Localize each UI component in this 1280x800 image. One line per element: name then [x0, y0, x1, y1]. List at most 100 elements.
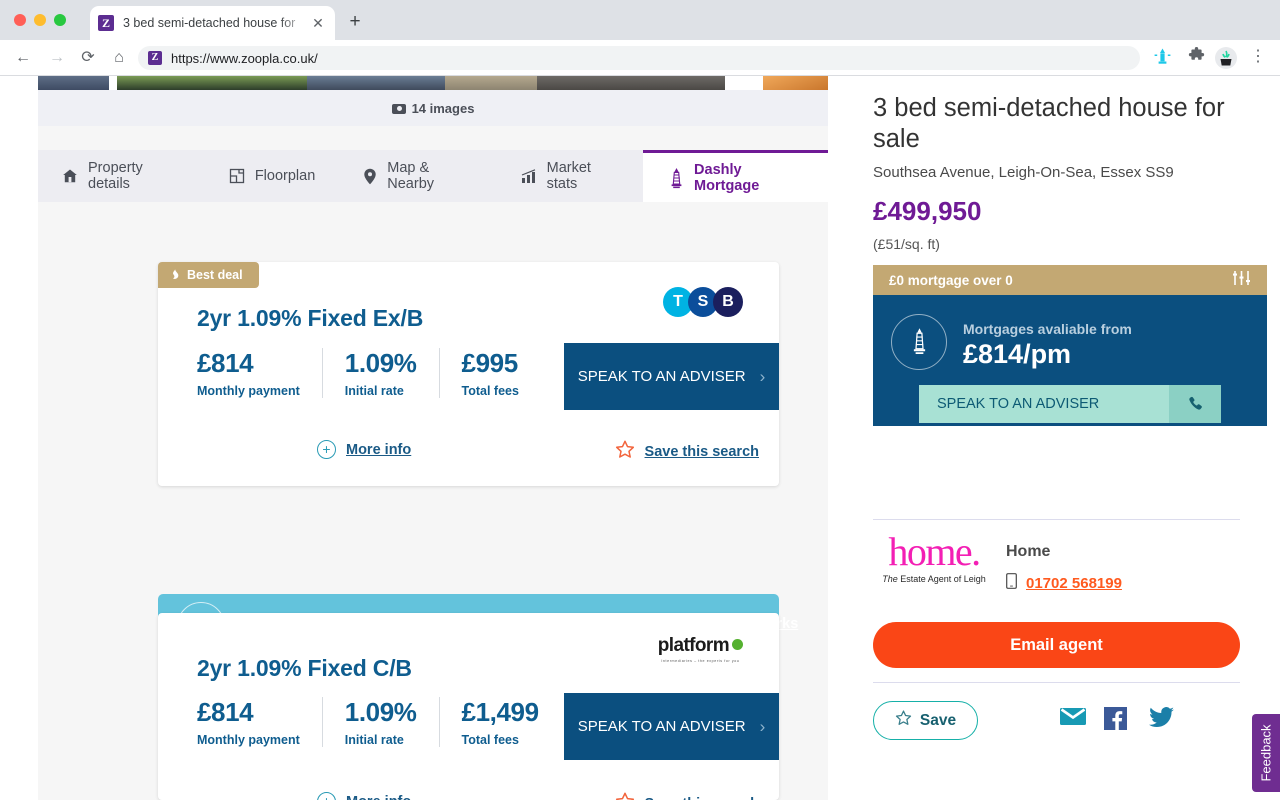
- email-agent-button[interactable]: Email agent: [873, 622, 1240, 668]
- forward-icon[interactable]: →: [46, 47, 68, 69]
- home-icon[interactable]: ⌂: [108, 47, 130, 69]
- tab-property-details[interactable]: Property details: [38, 150, 205, 202]
- save-this-search-link[interactable]: Save this search: [615, 792, 759, 800]
- tab-floorplan[interactable]: Floorplan: [205, 150, 339, 202]
- speak-to-adviser-label: SPEAK TO AN ADVISER: [577, 368, 746, 385]
- maximize-window-button[interactable]: [54, 14, 66, 26]
- platform-logo-tagline: Intermediaries – the experts for you: [661, 659, 740, 663]
- stat-initial-rate: 1.09% Initial rate: [323, 348, 440, 398]
- sliders-icon[interactable]: [1232, 270, 1251, 291]
- gallery-photo[interactable]: [763, 76, 828, 90]
- save-this-search-link[interactable]: Save this search: [615, 440, 759, 464]
- reload-icon[interactable]: ⟳: [77, 47, 99, 69]
- agent-phone-number[interactable]: 01702 568199: [1026, 575, 1122, 592]
- back-icon[interactable]: ←: [12, 47, 34, 69]
- speak-to-adviser-button[interactable]: SPEAK TO AN ADVISER: [919, 385, 1169, 423]
- tab-market-stats[interactable]: Market stats: [497, 150, 643, 202]
- stat-value: £814: [197, 697, 254, 727]
- listing-sidebar: 3 bed semi-detached house for sale South…: [828, 76, 1280, 800]
- browser-tabstrip: Z 3 bed semi-detached house for ✕ +: [0, 0, 1280, 40]
- speak-to-adviser-label: SPEAK TO AN ADVISER: [577, 718, 746, 735]
- stat-value: £1,499: [461, 697, 540, 727]
- camera-icon: [391, 103, 406, 114]
- minimize-window-button[interactable]: [34, 14, 46, 26]
- deal-title: 2yr 1.09% Fixed C/B: [197, 655, 412, 681]
- extensions-puzzle-icon[interactable]: [1184, 47, 1208, 69]
- star-icon: [615, 792, 635, 800]
- stat-label: Total fees: [461, 733, 519, 747]
- gallery-photo[interactable]: [445, 76, 537, 90]
- property-photo-strip[interactable]: [38, 76, 828, 90]
- gallery-photo[interactable]: [117, 76, 308, 90]
- zoopla-favicon: Z: [98, 15, 114, 31]
- star-icon: [615, 440, 635, 464]
- stat-label: Monthly payment: [197, 384, 300, 398]
- save-listing-label: Save: [919, 711, 957, 729]
- gallery-photo[interactable]: [536, 76, 726, 90]
- phone-icon[interactable]: [1169, 385, 1221, 423]
- dashly-lighthouse-extension-icon[interactable]: [1150, 47, 1174, 69]
- tab-label: Dashly Mortgage: [694, 161, 760, 194]
- share-facebook-icon[interactable]: [1104, 707, 1127, 735]
- platform-logo-dot: [732, 639, 743, 650]
- profile-avatar[interactable]: [1214, 47, 1238, 69]
- chevron-right-icon: ›: [759, 366, 766, 386]
- mortgage-widget-header[interactable]: £0 mortgage over 0: [873, 265, 1267, 295]
- stat-initial-rate: 1.09% Initial rate: [323, 697, 440, 747]
- map-pin-icon: [363, 168, 377, 185]
- speak-to-adviser-button[interactable]: SPEAK TO AN ADVISER ›: [564, 693, 779, 760]
- tsb-logo: T S B: [663, 287, 743, 317]
- lighthouse-icon: [913, 328, 925, 354]
- best-deal-badge: Best deal: [158, 262, 259, 288]
- tab-dashly-mortgage[interactable]: Dashly Mortgage: [643, 150, 828, 202]
- stat-value: £995: [461, 348, 519, 378]
- gallery-photo[interactable]: [307, 76, 446, 90]
- browser-chrome: Z 3 bed semi-detached house for ✕ + ← → …: [0, 0, 1280, 76]
- browser-tab[interactable]: Z 3 bed semi-detached house for ✕: [90, 6, 335, 40]
- share-twitter-icon[interactable]: [1149, 707, 1174, 733]
- mobile-phone-icon: [1006, 573, 1017, 594]
- more-info-label: More info: [346, 441, 412, 458]
- more-info-link[interactable]: + More info: [317, 440, 411, 459]
- agent-phone-row[interactable]: 01702 568199: [1006, 573, 1122, 594]
- house-icon: [62, 168, 78, 184]
- close-tab-icon[interactable]: ✕: [309, 14, 327, 32]
- window-traffic-lights: [14, 14, 66, 26]
- save-listing-button[interactable]: Save: [873, 701, 978, 740]
- feedback-label: Feedback: [1258, 724, 1274, 782]
- gallery-gap: [109, 76, 117, 90]
- stat-label: Total fees: [461, 384, 519, 398]
- mortgage-widget-summary: £0 mortgage over 0: [889, 272, 1013, 288]
- mortgage-deal-card: 2yr 1.09% Fixed C/B platform Intermediar…: [158, 613, 779, 800]
- save-this-search-label: Save this search: [645, 796, 759, 800]
- flame-icon: [170, 267, 180, 283]
- images-count-bar[interactable]: 14 images: [38, 90, 828, 126]
- new-tab-button[interactable]: +: [343, 11, 367, 35]
- stat-value: 1.09%: [344, 348, 417, 378]
- browser-menu-icon[interactable]: ⋮: [1246, 47, 1270, 69]
- platform-logo: platform Intermediaries – the experts fo…: [658, 635, 743, 663]
- tsb-letter: B: [713, 287, 743, 317]
- speak-to-adviser-button[interactable]: SPEAK TO AN ADVISER ›: [564, 343, 779, 410]
- stat-label: Initial rate: [344, 733, 404, 747]
- tab-label: Property details: [88, 160, 143, 192]
- plus-circle-icon: +: [317, 792, 336, 800]
- stat-label: Monthly payment: [197, 733, 300, 747]
- mortgage-calculator-widget: £0 mortgage over 0 Mortgages avaliable f…: [873, 265, 1267, 426]
- lighthouse-icon: [669, 167, 684, 189]
- tab-map-nearby[interactable]: Map & Nearby: [339, 150, 496, 202]
- listing-price: £499,950: [873, 196, 982, 226]
- lighthouse-badge: [891, 314, 947, 370]
- agent-logo: home. The Estate Agent of Leigh: [873, 532, 995, 584]
- address-bar[interactable]: Z https://www.zoopla.co.uk/: [138, 46, 1140, 70]
- gallery-photo[interactable]: [38, 76, 110, 90]
- feedback-tab[interactable]: Feedback: [1252, 714, 1280, 792]
- mortgages-available-label: Mortgages avaliable from: [963, 321, 1132, 337]
- browser-tab-title: 3 bed semi-detached house for: [123, 16, 296, 30]
- more-info-label: More info: [346, 794, 411, 800]
- more-info-link[interactable]: + More info: [317, 792, 411, 800]
- close-window-button[interactable]: [14, 14, 26, 26]
- address-bar-url: https://www.zoopla.co.uk/: [171, 50, 318, 66]
- mortgage-deal-card: Best deal 2yr 1.09% Fixed Ex/B T S B £81…: [158, 262, 779, 486]
- share-email-icon[interactable]: [1060, 707, 1086, 731]
